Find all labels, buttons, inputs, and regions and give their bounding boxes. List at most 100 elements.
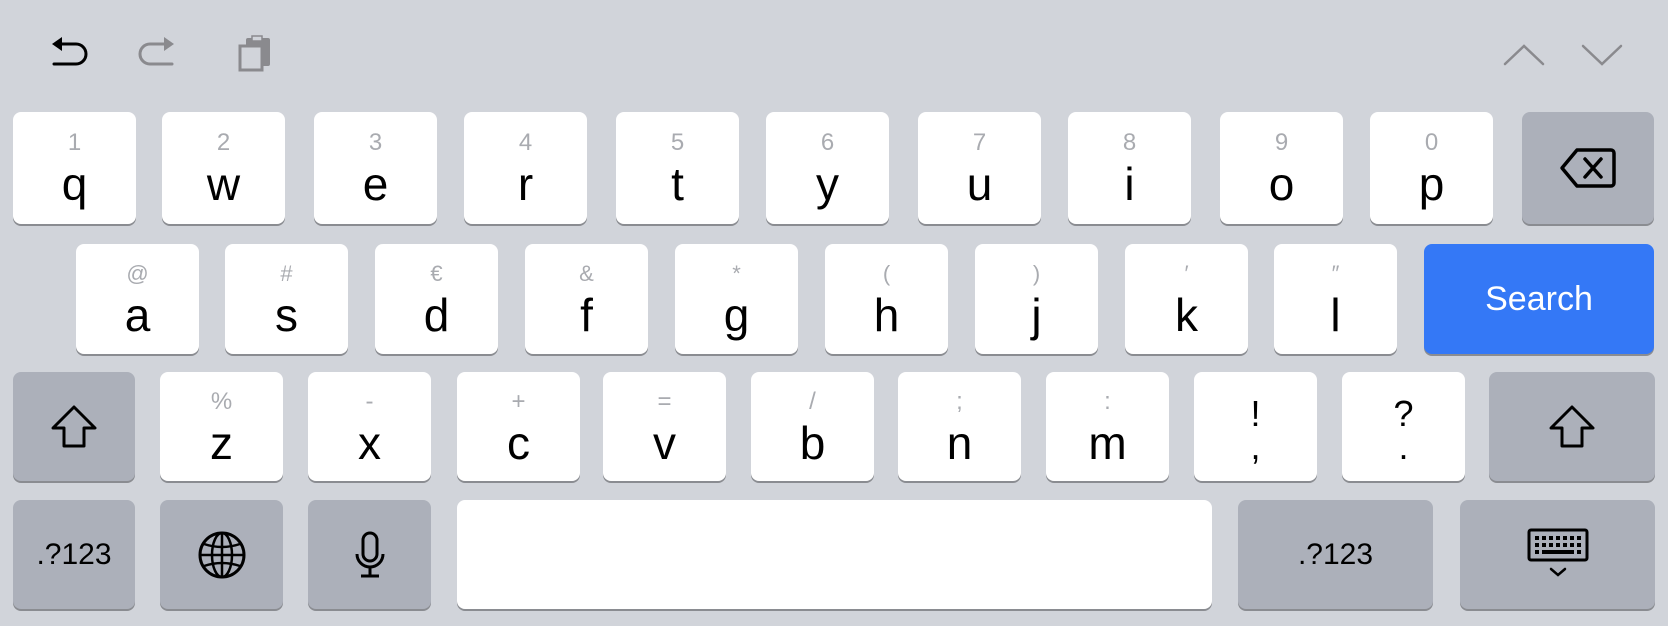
key-h[interactable]: (h — [825, 244, 948, 354]
key-secondary-label: @ — [126, 261, 149, 286]
key-s[interactable]: # s — [225, 244, 348, 354]
numbers-key-left[interactable]: .?123 — [13, 500, 135, 609]
key-e[interactable]: 3e — [314, 112, 437, 224]
key-secondary-label: : — [1104, 387, 1111, 415]
numbers-key-label: .?123 — [36, 537, 112, 571]
key-b[interactable]: / b — [751, 372, 874, 481]
key-m[interactable]: :m — [1046, 372, 1169, 481]
key-secondary-label: 0 — [1424, 129, 1439, 156]
numbers-key-right[interactable]: .?123 — [1238, 500, 1433, 609]
key-secondary-label: ; — [956, 387, 963, 415]
key-a[interactable]: @ a — [76, 244, 199, 354]
key-primary-label: i — [1124, 158, 1135, 210]
key-secondary-label: + — [511, 387, 526, 415]
key-secondary-label: & — [579, 261, 594, 286]
dictation-key[interactable] — [308, 500, 431, 609]
key-exclamation-comma[interactable]: !, — [1194, 372, 1317, 481]
key-secondary-label: 2 — [216, 129, 231, 156]
key-secondary-label: = — [657, 387, 672, 415]
key-g[interactable]: * g — [675, 244, 798, 354]
key-secondary-label: * — [732, 261, 741, 286]
key-primary-label: m — [1088, 416, 1127, 469]
key-r[interactable]: 4r — [464, 112, 587, 224]
key-secondary-label: 6 — [820, 129, 835, 156]
undo-button[interactable] — [44, 32, 92, 76]
key-bottom-label: , — [1250, 425, 1261, 467]
key-secondary-label: ) — [1032, 261, 1041, 286]
key-secondary-label: ″ — [1331, 261, 1340, 286]
key-primary-label: c — [507, 416, 530, 469]
key-k[interactable]: ′ k — [1125, 244, 1248, 354]
key-primary-label: w — [206, 158, 241, 210]
key-primary-label: s — [275, 289, 298, 341]
key-f[interactable]: & f — [525, 244, 648, 354]
key-secondary-label: # — [280, 261, 293, 286]
delete-key[interactable] — [1522, 112, 1654, 224]
key-primary-label: b — [799, 416, 826, 469]
key-z[interactable]: % z — [160, 372, 283, 481]
key-secondary-label: 3 — [368, 129, 383, 156]
key-secondary-label: 9 — [1274, 129, 1289, 156]
paste-button[interactable] — [232, 32, 280, 76]
delete-icon — [1560, 148, 1616, 188]
key-w[interactable]: 2w — [162, 112, 285, 224]
key-p[interactable]: 0p — [1370, 112, 1493, 224]
shift-key-right[interactable] — [1489, 372, 1655, 481]
key-primary-label: e — [362, 158, 389, 210]
key-primary-label: z — [210, 416, 233, 469]
key-n[interactable]: ; n — [898, 372, 1021, 481]
microphone-icon — [355, 531, 384, 577]
key-primary-label: v — [653, 416, 676, 469]
space-key[interactable] — [457, 500, 1212, 609]
key-primary-label: x — [358, 416, 381, 469]
key-secondary-label: 4 — [518, 129, 533, 156]
key-secondary-label: 1 — [67, 129, 82, 156]
key-primary-label: k — [1175, 289, 1198, 341]
key-j[interactable]: ) j — [975, 244, 1098, 354]
globe-icon — [198, 531, 245, 578]
dismiss-keyboard-key[interactable] — [1460, 500, 1655, 609]
keyboard-dismiss-icon — [1527, 528, 1588, 577]
key-primary-label: u — [966, 158, 993, 210]
key-primary-label: d — [423, 289, 450, 341]
previous-field-button[interactable] — [1500, 38, 1548, 72]
key-secondary-label: 7 — [972, 129, 987, 156]
key-u[interactable]: 7u — [918, 112, 1041, 224]
search-key[interactable]: Search — [1424, 244, 1654, 354]
key-primary-label: t — [671, 158, 684, 210]
key-primary-label: q — [61, 158, 88, 210]
key-l[interactable]: ″ l — [1274, 244, 1397, 354]
key-v[interactable]: = v — [603, 372, 726, 481]
shift-key-left[interactable] — [13, 372, 135, 481]
numbers-key-label: .?123 — [1297, 537, 1374, 571]
key-o[interactable]: 9o — [1220, 112, 1343, 224]
key-primary-label: l — [1330, 289, 1341, 341]
key-i[interactable]: 8i — [1068, 112, 1191, 224]
globe-key[interactable] — [160, 500, 283, 609]
key-primary-label: y — [816, 158, 839, 210]
shift-icon — [1549, 405, 1595, 447]
key-primary-label: o — [1268, 158, 1295, 210]
key-x[interactable]: -x — [308, 372, 431, 481]
key-primary-label: n — [946, 416, 973, 469]
key-secondary-label: % — [210, 387, 233, 415]
next-field-button[interactable] — [1578, 38, 1626, 72]
redo-button[interactable] — [134, 32, 182, 76]
shift-icon — [51, 405, 97, 447]
key-y[interactable]: 6y — [766, 112, 889, 224]
key-q[interactable]: 1q — [13, 112, 136, 224]
chevron-down-icon — [1581, 44, 1623, 66]
key-d[interactable]: € d — [375, 244, 498, 354]
key-question-period[interactable]: ?. — [1342, 372, 1465, 481]
key-t[interactable]: 5t — [616, 112, 739, 224]
key-bottom-label: . — [1398, 425, 1409, 467]
undo-icon — [52, 37, 88, 66]
key-primary-label: r — [517, 158, 534, 210]
key-c[interactable]: + c — [457, 372, 580, 481]
key-primary-label: a — [124, 289, 151, 341]
key-primary-label: g — [723, 289, 750, 341]
redo-icon — [138, 37, 174, 66]
key-secondary-label: 5 — [670, 129, 685, 156]
key-primary-label: f — [580, 289, 593, 341]
search-key-label: Search — [1485, 279, 1593, 318]
